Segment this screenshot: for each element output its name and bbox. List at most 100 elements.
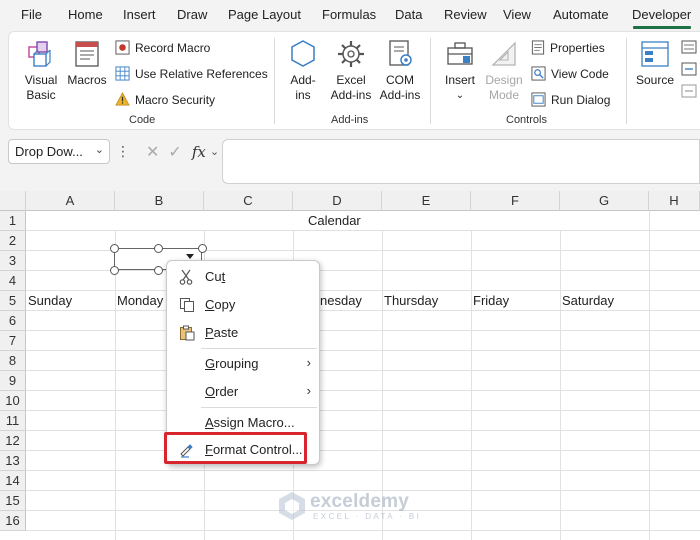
row-header[interactable]: 16 — [0, 511, 26, 531]
gridline — [26, 410, 700, 411]
column-header[interactable]: E — [382, 191, 471, 211]
tab-draw[interactable]: Draw — [177, 7, 207, 22]
row-header[interactable]: 5 — [0, 291, 26, 311]
cell-wednesday[interactable]: nesday — [320, 291, 362, 311]
resize-handle[interactable] — [154, 244, 163, 253]
cell-friday[interactable]: Friday — [473, 291, 509, 311]
cancel-icon[interactable]: ✕ — [146, 142, 159, 162]
column-header[interactable]: F — [471, 191, 560, 211]
run-dialog-button[interactable]: Run Dialog — [531, 92, 610, 107]
cell-monday[interactable]: Monday — [117, 291, 163, 311]
record-macro-button[interactable]: Record Macro — [115, 40, 210, 55]
resize-handle[interactable] — [154, 266, 163, 275]
menu-item-paste[interactable]: Paste — [167, 321, 319, 345]
properties-button[interactable]: Properties — [531, 40, 605, 55]
resize-handle[interactable] — [110, 244, 119, 253]
gridline — [26, 470, 700, 471]
tab-formulas[interactable]: Formulas — [322, 7, 376, 22]
column-header[interactable]: C — [204, 191, 293, 211]
more-options-icon[interactable]: ⋮ — [116, 143, 130, 160]
com-addins-label-1: COM — [386, 73, 414, 87]
ribbon: Visual Basic Macros Record Macro Use Rel… — [8, 31, 700, 130]
cell-sunday[interactable]: Sunday — [28, 291, 72, 311]
menu-item-label: Cut — [205, 269, 226, 284]
insert-function-button[interactable]: fx — [192, 143, 206, 161]
tab-automate[interactable]: Automate — [553, 7, 609, 22]
row-header[interactable]: 8 — [0, 351, 26, 371]
column-header[interactable]: D — [293, 191, 382, 211]
copy-icon — [180, 298, 194, 312]
cell-thursday[interactable]: Thursday — [384, 291, 438, 311]
insert-control-button[interactable]: Insert ⌄ — [439, 38, 481, 103]
tab-home[interactable]: Home — [68, 7, 103, 22]
column-header[interactable]: H — [649, 191, 700, 211]
relative-references-icon — [115, 66, 130, 81]
addins-icon — [291, 40, 315, 67]
view-code-icon — [531, 66, 546, 81]
use-relative-references-label: Use Relative References — [135, 66, 268, 81]
row-header[interactable]: 6 — [0, 311, 26, 331]
column-header[interactable]: A — [26, 191, 115, 211]
chevron-down-icon[interactable]: ⌄ — [95, 143, 104, 156]
tab-insert[interactable]: Insert — [123, 7, 156, 22]
name-box[interactable]: Drop Dow... ⌄ — [8, 139, 110, 164]
menu-item-order[interactable]: Order › — [167, 380, 319, 404]
addins-button[interactable]: Add- ins — [283, 38, 323, 103]
watermark-sub: EXCEL · DATA · BI — [313, 511, 422, 521]
macro-security-label: Macro Security — [135, 92, 216, 107]
calendar-title: Calendar — [308, 213, 361, 228]
tab-view[interactable]: View — [503, 7, 531, 22]
view-code-button[interactable]: View Code — [531, 66, 609, 81]
row-header[interactable]: 4 — [0, 271, 26, 291]
menu-item-label: Paste — [205, 325, 239, 340]
menu-item-label: Order — [205, 384, 239, 399]
tab-developer[interactable]: Developer — [632, 7, 691, 22]
formula-input[interactable] — [222, 139, 700, 184]
resize-handle[interactable] — [198, 244, 207, 253]
tab-file[interactable]: File — [21, 7, 42, 22]
xml-map-properties-icon[interactable] — [681, 40, 697, 54]
chevron-down-icon[interactable]: ⌄ — [210, 145, 219, 158]
com-addins-button[interactable]: COM Add-ins — [377, 38, 423, 103]
xml-export-icon[interactable] — [681, 84, 697, 98]
tab-data[interactable]: Data — [395, 7, 422, 22]
properties-label: Properties — [550, 40, 605, 55]
select-all-corner[interactable] — [0, 191, 26, 211]
highlight-box — [164, 432, 307, 464]
group-divider — [626, 38, 627, 124]
menu-item-grouping[interactable]: Grouping › — [167, 352, 319, 376]
row-header[interactable]: 15 — [0, 491, 26, 511]
resize-handle[interactable] — [110, 266, 119, 275]
row-header[interactable]: 11 — [0, 411, 26, 431]
row-header[interactable]: 1 — [0, 211, 26, 231]
visual-basic-button[interactable]: Visual Basic — [19, 38, 63, 103]
macros-button[interactable]: Macros — [65, 38, 109, 88]
row-header[interactable]: 7 — [0, 331, 26, 351]
row-header[interactable]: 9 — [0, 371, 26, 391]
tab-page-layout[interactable]: Page Layout — [228, 7, 301, 22]
row-header[interactable]: 13 — [0, 451, 26, 471]
cell-saturday[interactable]: Saturday — [562, 291, 614, 311]
row-header[interactable]: 14 — [0, 471, 26, 491]
column-header[interactable]: G — [560, 191, 649, 211]
design-mode-button[interactable]: Design Mode — [483, 38, 525, 103]
row-header[interactable]: 12 — [0, 431, 26, 451]
tab-review[interactable]: Review — [444, 7, 487, 22]
menu-separator — [201, 407, 317, 408]
menu-item-cut[interactable]: Cut — [167, 265, 319, 289]
source-button[interactable]: Source — [633, 38, 677, 88]
menu-item-copy[interactable]: Copy — [167, 293, 319, 317]
excel-addins-button[interactable]: Excel Add-ins — [329, 38, 373, 103]
xml-import-icon[interactable] — [681, 62, 697, 76]
macro-security-button[interactable]: Macro Security — [115, 92, 215, 107]
enter-icon[interactable]: ✓ — [168, 142, 181, 162]
dropdown-arrow-icon — [186, 254, 194, 259]
row-header[interactable]: 2 — [0, 231, 26, 251]
gridline — [26, 450, 700, 451]
use-relative-references-button[interactable]: Use Relative References — [115, 66, 268, 81]
gear-icon — [338, 41, 364, 67]
gridline — [26, 370, 700, 371]
row-header[interactable]: 10 — [0, 391, 26, 411]
row-header[interactable]: 3 — [0, 251, 26, 271]
column-header[interactable]: B — [115, 191, 204, 211]
